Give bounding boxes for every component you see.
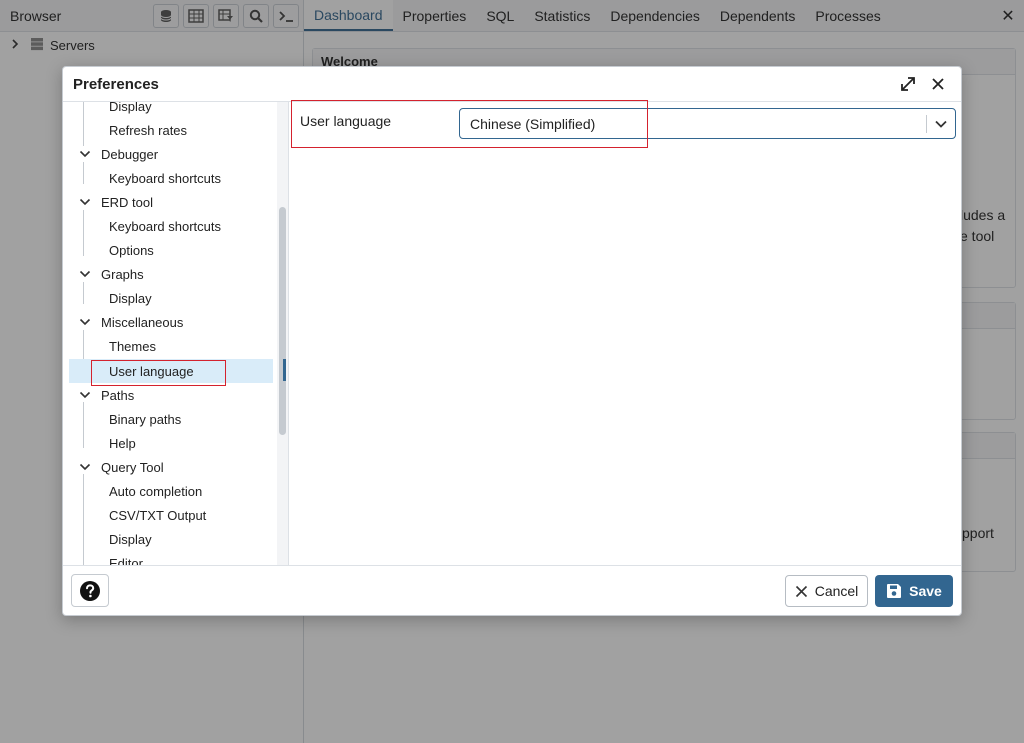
preferences-nav: Display Refresh rates Debugger Keyboard sho…	[69, 102, 289, 565]
dialog-footer: Cancel Save	[63, 565, 961, 615]
user-language-label: User language	[300, 113, 392, 129]
nav-scrollbar-thumb[interactable]	[279, 207, 286, 435]
nav-item[interactable]: Display	[69, 527, 273, 551]
close-icon[interactable]	[923, 69, 953, 99]
chevron-down-icon[interactable]	[79, 149, 93, 159]
nav-label: Refresh rates	[109, 122, 188, 138]
cancel-label: Cancel	[814, 583, 859, 599]
nav-label: CSV/TXT Output	[109, 507, 207, 523]
nav-item[interactable]: Themes	[69, 334, 273, 358]
chevron-down-icon[interactable]	[79, 269, 93, 279]
nav-label: Keyboard shortcuts	[109, 170, 222, 186]
nav-label: Themes	[109, 338, 156, 354]
nav-label: Options	[109, 242, 154, 258]
preferences-content: User language Chinese (Simplified)	[289, 102, 961, 565]
chevron-down-icon[interactable]	[79, 462, 93, 472]
dialog-title: Preferences	[73, 75, 159, 93]
nav-group[interactable]: ERD tool	[69, 190, 273, 214]
nav-item[interactable]: Display	[69, 286, 273, 310]
cancel-button[interactable]: Cancel	[785, 575, 868, 607]
chevron-down-icon[interactable]	[79, 197, 93, 207]
help-button[interactable]	[71, 574, 109, 607]
nav-group[interactable]: Paths	[69, 383, 273, 407]
maximize-icon[interactable]	[893, 69, 923, 99]
chevron-down-icon[interactable]	[79, 390, 93, 400]
nav-label: Binary paths	[109, 411, 182, 427]
nav-label: ERD tool	[101, 194, 154, 210]
nav-label: Paths	[101, 387, 135, 403]
nav-item[interactable]: Options	[69, 238, 273, 262]
nav-group[interactable]: Debugger	[69, 142, 273, 166]
save-label: Save	[909, 583, 942, 599]
preferences-dialog: Preferences Display Refresh rates Debugger…	[62, 66, 962, 616]
nav-item[interactable]: Binary paths	[69, 407, 273, 431]
nav-label: Graphs	[101, 266, 144, 282]
user-language-value: Chinese (Simplified)	[470, 115, 596, 132]
nav-label: User language	[109, 363, 194, 379]
close-icon	[795, 585, 808, 598]
dialog-header: Preferences	[63, 67, 961, 102]
nav-item[interactable]: Keyboard shortcuts	[69, 214, 273, 238]
nav-item[interactable]: User language	[69, 359, 273, 383]
nav-group[interactable]: Graphs	[69, 262, 273, 286]
nav-item[interactable]: Auto completion	[69, 479, 273, 503]
nav-label: Auto completion	[109, 483, 203, 499]
select-separator	[926, 115, 927, 133]
nav-item[interactable]: CSV/TXT Output	[69, 503, 273, 527]
help-icon	[80, 580, 100, 601]
nav-item[interactable]: Help	[69, 431, 273, 455]
nav-label: Display	[109, 102, 152, 114]
chevron-down-icon[interactable]	[933, 116, 949, 132]
nav-item[interactable]: Editor	[69, 551, 273, 566]
nav-label: Keyboard shortcuts	[109, 218, 222, 234]
save-icon	[886, 583, 902, 599]
nav-label: Editor	[109, 555, 143, 566]
selected-indicator	[283, 359, 286, 381]
nav-label: Help	[109, 435, 136, 451]
nav-item[interactable]: Display	[69, 102, 273, 118]
nav-label: Miscellaneous	[101, 314, 184, 330]
nav-label: Query Tool	[101, 459, 164, 475]
nav-group[interactable]: Query Tool	[69, 455, 273, 479]
nav-item[interactable]: Keyboard shortcuts	[69, 166, 273, 190]
chevron-down-icon[interactable]	[79, 317, 93, 327]
user-language-select[interactable]: Chinese (Simplified)	[459, 108, 956, 139]
nav-label: Debugger	[101, 146, 159, 162]
save-button[interactable]: Save	[875, 575, 953, 607]
nav-item[interactable]: Refresh rates	[69, 118, 273, 142]
nav-label: Display	[109, 531, 152, 547]
nav-label: Display	[109, 290, 152, 306]
nav-group[interactable]: Miscellaneous	[69, 310, 273, 334]
